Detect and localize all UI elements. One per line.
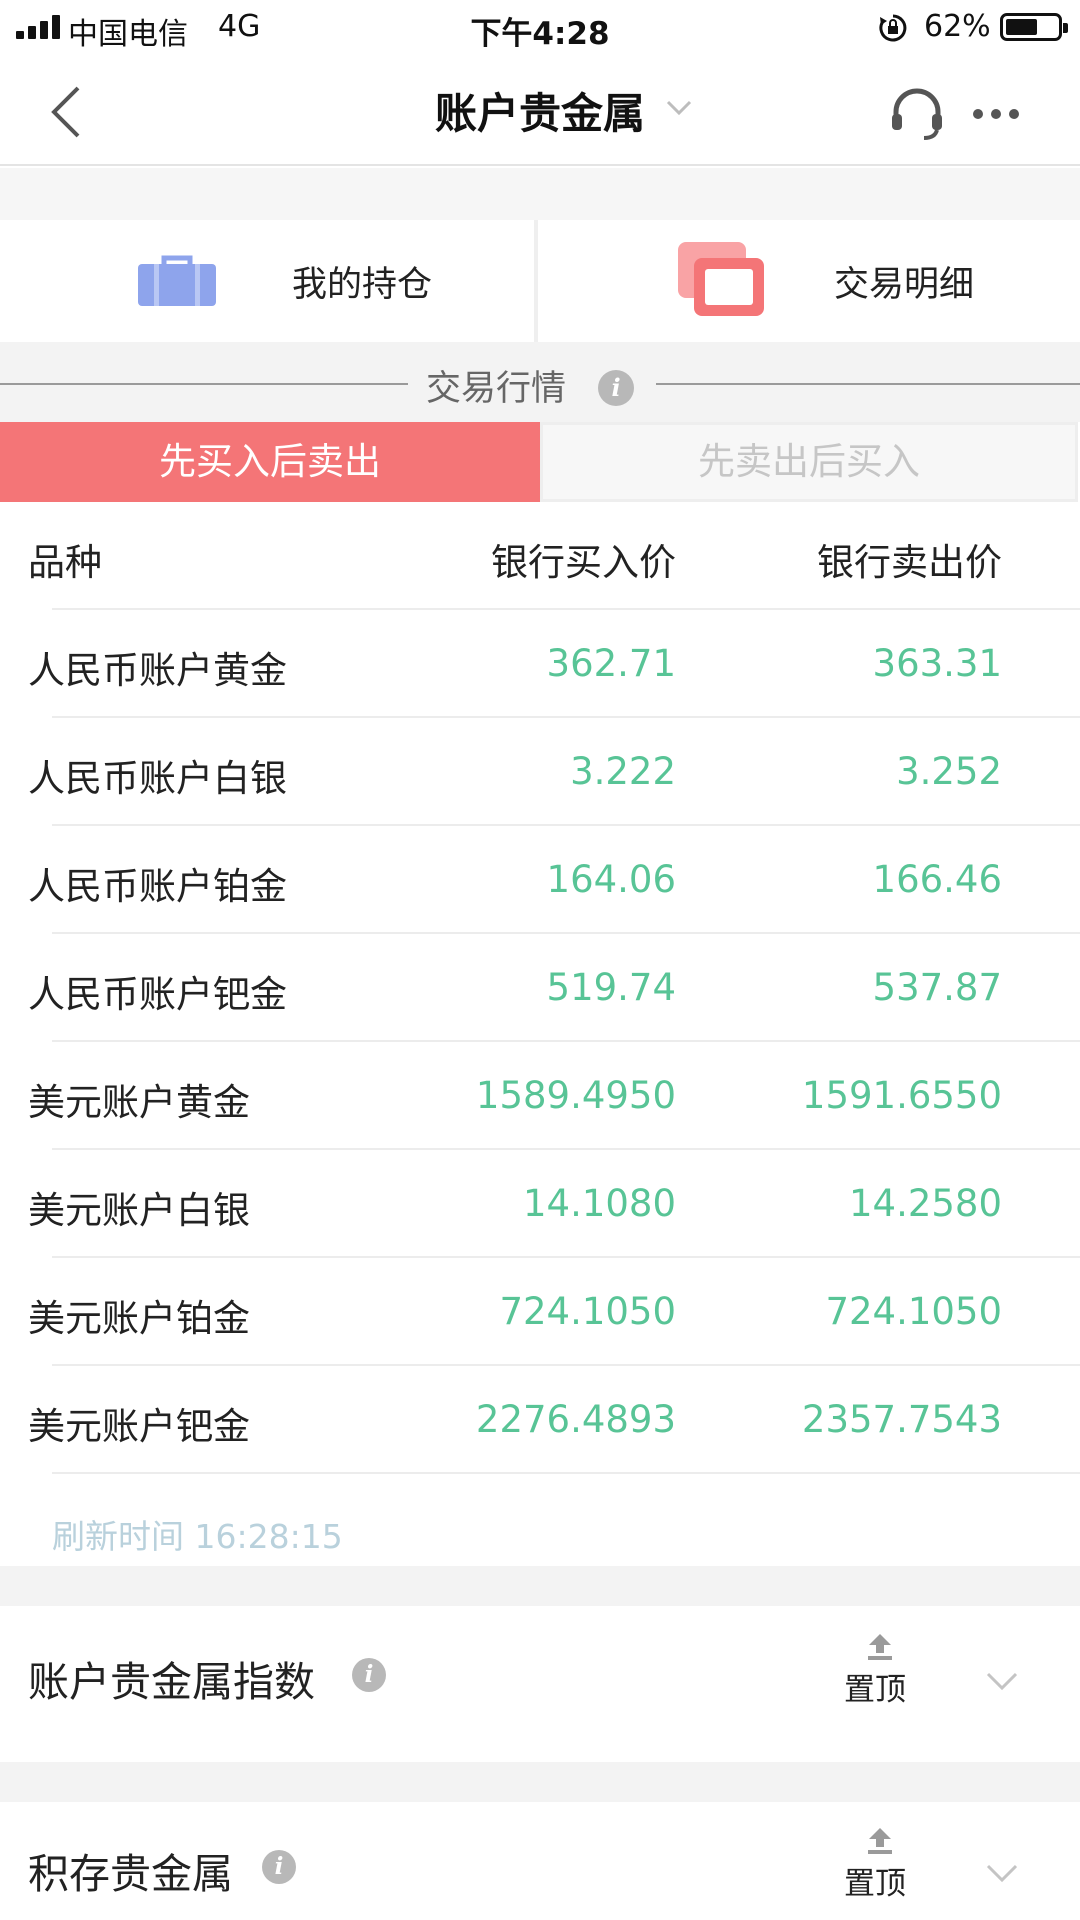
- column-header-sell: 银行卖出价: [817, 541, 1002, 584]
- sell-price: 2357.7543: [801, 1398, 1002, 1441]
- product-name: 人民币账户白银: [28, 757, 287, 800]
- quick-actions: 我的持仓 交易明细: [0, 220, 1080, 342]
- sell-price: 537.87: [872, 966, 1002, 1009]
- table-row[interactable]: 美元账户白银 14.1080 14.2580: [0, 1150, 1080, 1258]
- battery-icon: [1000, 13, 1068, 41]
- pin-label: 置顶: [844, 1866, 906, 1902]
- buy-price: 1589.4950: [475, 1074, 676, 1117]
- sell-price: 166.46: [872, 858, 1002, 901]
- sell-price: 724.1050: [825, 1290, 1002, 1333]
- accumulation-section: 积存贵金属 i 置顶: [0, 1802, 1080, 1920]
- table-row[interactable]: 人民币账户白银 3.222 3.252: [0, 718, 1080, 826]
- status-bar: 中国电信 4G 下午4:28 62%: [0, 0, 1080, 56]
- product-name: 美元账户钯金: [28, 1405, 250, 1448]
- sell-price: 1591.6550: [801, 1074, 1002, 1117]
- info-icon[interactable]: i: [352, 1658, 386, 1692]
- table-row[interactable]: 美元账户钯金 2276.4893 2357.7543: [0, 1366, 1080, 1474]
- refresh-time: 刷新时间 16:28:15: [52, 1517, 343, 1556]
- battery-percent: 62%: [924, 9, 991, 44]
- quote-table: 品种 银行买入价 银行卖出价 人民币账户黄金 362.71 363.31 人民币…: [0, 502, 1080, 1474]
- buy-price: 362.71: [546, 642, 676, 685]
- pin-top-icon: [868, 1634, 892, 1660]
- sell-price: 363.31: [872, 642, 1002, 685]
- column-header-buy: 银行买入价: [491, 541, 676, 584]
- status-time: 下午4:28: [470, 16, 610, 52]
- table-row[interactable]: 人民币账户铂金 164.06 166.46: [0, 826, 1080, 934]
- transactions-label: 交易明细: [834, 265, 975, 305]
- buy-price: 14.1080: [522, 1182, 676, 1225]
- briefcase-icon: [138, 255, 216, 306]
- buy-price: 724.1050: [499, 1290, 676, 1333]
- pin-label: 置顶: [844, 1672, 906, 1708]
- table-row[interactable]: 人民币账户钯金 519.74 537.87: [0, 934, 1080, 1042]
- pin-to-top-button[interactable]: 置顶: [840, 1826, 920, 1902]
- index-section: 账户贵金属指数 i 置顶: [0, 1606, 1080, 1762]
- section-spacer: [0, 1762, 1080, 1802]
- nav-bar: 账户贵金属: [0, 56, 1080, 166]
- page: 中国电信 4G 下午4:28 62% 账户贵金属 我的持仓 交易明细 交易行情 …: [0, 0, 1080, 1920]
- tab-sell-first[interactable]: 先卖出后买入: [540, 422, 1078, 502]
- product-name: 人民币账户铂金: [28, 865, 287, 908]
- holdings-card[interactable]: 我的持仓: [0, 220, 538, 342]
- rotation-lock-icon: [879, 14, 907, 42]
- table-row[interactable]: 人民币账户黄金 362.71 363.31: [0, 610, 1080, 718]
- battery-fill: [1006, 19, 1037, 35]
- chevron-down-icon[interactable]: [984, 1862, 1020, 1884]
- product-name: 美元账户黄金: [28, 1081, 250, 1124]
- more-dots-icon[interactable]: [970, 106, 1022, 122]
- headset-icon[interactable]: [888, 86, 946, 142]
- buy-price: 164.06: [546, 858, 676, 901]
- transactions-card[interactable]: 交易明细: [542, 220, 1080, 342]
- divider-line: [656, 383, 1080, 385]
- buy-price: 3.222: [570, 750, 676, 793]
- buy-price: 2276.4893: [475, 1398, 676, 1441]
- copy-icon: [678, 242, 764, 316]
- chevron-down-icon[interactable]: [664, 96, 694, 120]
- tab-buy-first[interactable]: 先买入后卖出: [0, 422, 540, 502]
- table-row[interactable]: 美元账户黄金 1589.4950 1591.6550: [0, 1042, 1080, 1150]
- buy-price: 519.74: [546, 966, 676, 1009]
- pin-top-icon: [868, 1828, 892, 1854]
- accumulation-section-title[interactable]: 积存贵金属: [28, 1840, 233, 1900]
- product-name: 美元账户白银: [28, 1189, 250, 1232]
- product-name: 人民币账户钯金: [28, 973, 287, 1016]
- trade-direction-tabs: 先买入后卖出 先卖出后买入: [0, 422, 1080, 502]
- chevron-down-icon[interactable]: [984, 1670, 1020, 1692]
- product-name: 美元账户铂金: [28, 1297, 250, 1340]
- info-icon[interactable]: i: [262, 1850, 296, 1884]
- table-row[interactable]: 美元账户铂金 724.1050 724.1050: [0, 1258, 1080, 1366]
- pin-to-top-button[interactable]: 置顶: [840, 1632, 920, 1708]
- product-name: 人民币账户黄金: [28, 649, 287, 692]
- divider-line: [0, 383, 408, 385]
- sell-price: 3.252: [896, 750, 1002, 793]
- sell-price: 14.2580: [848, 1182, 1002, 1225]
- column-header-name: 品种: [28, 541, 102, 584]
- index-section-title[interactable]: 账户贵金属指数: [28, 1648, 315, 1708]
- section-spacer: [0, 168, 1080, 220]
- section-spacer: [0, 1566, 1080, 1606]
- market-section-title: 交易行情: [426, 369, 567, 409]
- holdings-label: 我的持仓: [292, 265, 433, 305]
- info-icon[interactable]: i: [598, 370, 634, 406]
- table-header: 品种 银行买入价 银行卖出价: [0, 502, 1080, 610]
